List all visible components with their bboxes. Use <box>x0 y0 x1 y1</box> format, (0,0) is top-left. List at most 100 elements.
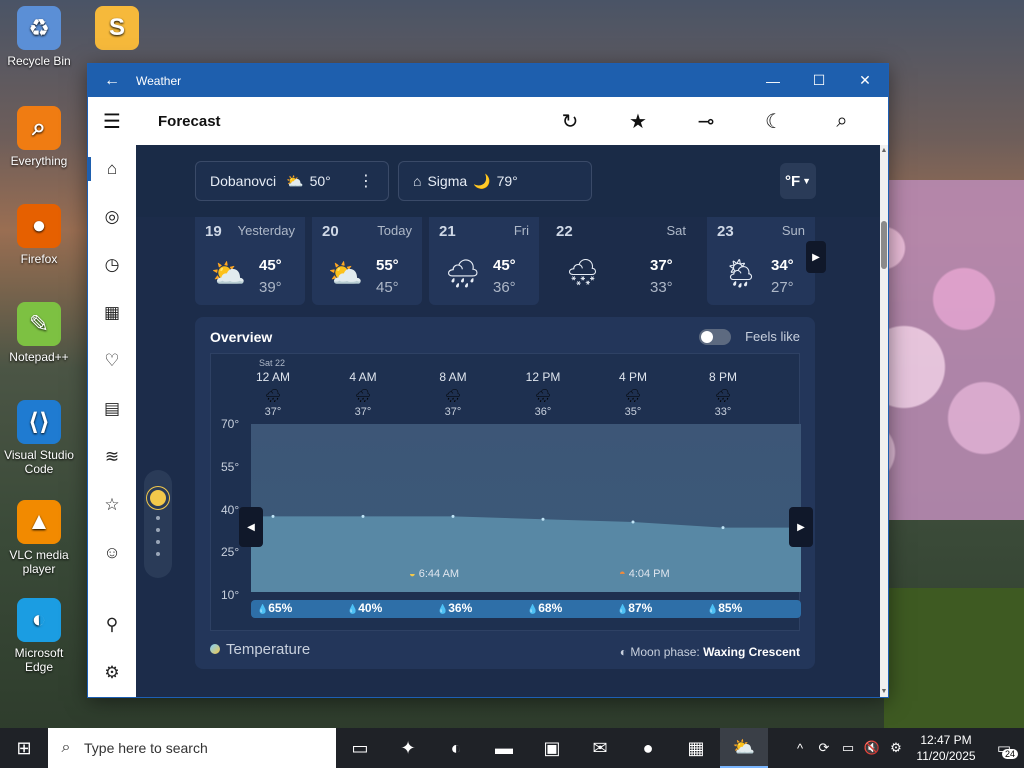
location-bar: Dobanovci ⛅ 50° ⋮ ⌂ Sigma 🌙 79° °F ▼ <box>136 145 880 217</box>
day-name: Sun <box>781 223 805 238</box>
partly-cloudy-icon: ⛅ <box>328 258 363 289</box>
theme-moon-icon[interactable]: ☾ <box>740 109 808 134</box>
nav-hourly[interactable]: ◷ <box>88 241 136 289</box>
moon-phase-label: Moon phase: <box>630 645 700 659</box>
pin-icon[interactable]: ⊸ <box>672 109 740 134</box>
settings-gear-icon[interactable]: ⚙ <box>884 740 908 756</box>
nav-monthly[interactable]: ▦ <box>88 289 136 337</box>
taskbar: ⊞ ⌕ Type here to search ▭ ✦ ◐ ▬ ▣ ✉ ● ▦ ⛅ ^ ⟳ ▭ … <box>0 728 1024 768</box>
network-icon[interactable]: ▭ <box>836 740 860 756</box>
search-icon: ⌕ <box>61 739 71 756</box>
taskbar-firefox[interactable]: ● <box>624 728 672 768</box>
desktop-icon[interactable]: ⌕ Everything <box>0 106 78 168</box>
taskbar-search[interactable]: ⌕ Type here to search <box>48 728 336 768</box>
close-button[interactable]: ✕ <box>842 72 888 89</box>
layer-dot[interactable] <box>156 516 160 520</box>
location-chip-dobanovci[interactable]: Dobanovci ⛅ 50° ⋮ <box>195 161 389 201</box>
desktop-icon[interactable]: S <box>78 6 156 54</box>
start-button[interactable]: ⊞ <box>0 728 48 768</box>
notification-center-button[interactable]: ▭ 24 <box>984 739 1024 759</box>
moon-phase-value: Waxing Crescent <box>703 645 800 659</box>
clock-time: 12:47 PM <box>920 733 972 747</box>
desktop-icon-label: Recycle Bin <box>7 54 71 68</box>
taskbar-notes[interactable]: ▦ <box>672 728 720 768</box>
taskbar-clock[interactable]: 12:47 PM 11/20/2025 <box>908 732 984 764</box>
day-card-19[interactable]: 19 Yesterday 45° 39° ⛅ <box>195 217 305 305</box>
volume-muted-icon[interactable]: 🔇 <box>860 740 884 756</box>
day-card-22[interactable]: 22 Sat 37° 33° 🌨 <box>546 217 696 305</box>
nav-historical[interactable]: ≋ <box>88 433 136 481</box>
location-chip-sigma[interactable]: ⌂ Sigma 🌙 79° <box>398 161 592 201</box>
search-icon[interactable]: ⌕ <box>808 110 876 133</box>
taskbar-edge[interactable]: ◐ <box>432 728 480 768</box>
folder-icon: ▬ <box>495 737 513 758</box>
window-title: Weather <box>136 73 182 88</box>
taskbar-task-view[interactable]: ▭ <box>336 728 384 768</box>
scroll-down-arrow[interactable]: ▼ <box>880 688 888 695</box>
layer-dot[interactable] <box>156 540 160 544</box>
chevron-up-icon[interactable]: ^ <box>788 741 812 756</box>
app-bar: ☰ Forecast ↻ ★ ⊸ ☾ ⌕ <box>88 97 888 145</box>
notepad-plus-plus-icon: ✎ <box>17 302 61 346</box>
search-placeholder: Type here to search <box>84 740 208 756</box>
layer-picker[interactable] <box>144 470 172 578</box>
desktop-icon[interactable]: ● Firefox <box>0 204 78 266</box>
notes-icon: ▦ <box>687 737 705 758</box>
nav-settings[interactable]: ⚙ <box>88 649 136 697</box>
nav-radar[interactable]: ◎ <box>88 193 136 241</box>
sun-layer-icon[interactable] <box>150 490 166 506</box>
rain-snow-icon: 🌧 <box>714 388 732 403</box>
sync-icon[interactable]: ⟳ <box>812 740 836 756</box>
y-tick-label: 25° <box>221 545 240 559</box>
minimize-button[interactable]: — <box>750 73 796 89</box>
layer-dot[interactable] <box>156 552 160 556</box>
nav-feedback[interactable]: ☺ <box>88 529 136 577</box>
nav-favorites[interactable]: ☆ <box>88 481 136 529</box>
day-card-21[interactable]: 21 Fri 45° 36° 🌧 <box>429 217 539 305</box>
taskbar-weather[interactable]: ⛅ <box>720 728 768 768</box>
nav-forecast[interactable]: ⌂ <box>88 145 136 193</box>
days-next-arrow[interactable]: ▶ <box>806 241 826 273</box>
layer-name: Temperature <box>226 641 311 658</box>
desktop-icon[interactable]: ▲ VLC media player <box>0 500 78 576</box>
day-card-20[interactable]: 20 Today 55° 45° ⛅ <box>312 217 422 305</box>
y-tick-label: 40° <box>221 503 240 517</box>
taskbar-store[interactable]: ▣ <box>528 728 576 768</box>
menu-icon[interactable]: ☰ <box>88 109 136 134</box>
y-tick-label: 70° <box>221 417 240 431</box>
snow-rain-icon: 🌨 <box>566 257 600 287</box>
hour-temp: 35° <box>624 406 642 418</box>
home-icon: ⌂ <box>413 173 422 189</box>
vertical-scrollbar[interactable]: ▲ ▼ <box>880 145 888 697</box>
hour-temp: 37° <box>354 406 372 418</box>
desktop-icon[interactable]: ♻ Recycle Bin <box>0 6 78 68</box>
scroll-thumb[interactable] <box>881 221 887 269</box>
desktop-icon[interactable]: ◐ Microsoft Edge <box>0 598 78 674</box>
nav-account[interactable]: ⚲ <box>88 601 136 649</box>
taskbar-copilot[interactable]: ✦ <box>384 728 432 768</box>
more-options-icon[interactable]: ⋮ <box>358 171 374 191</box>
sunset-time: 4:04 PM <box>628 568 670 580</box>
day-number: 19 <box>205 223 222 240</box>
feels-like-toggle[interactable] <box>699 329 731 345</box>
nav-health[interactable]: ♡ <box>88 337 136 385</box>
favorite-star-icon[interactable]: ★ <box>604 109 672 134</box>
scroll-up-arrow[interactable]: ▲ <box>880 147 888 154</box>
layer-dot[interactable] <box>156 528 160 532</box>
back-button[interactable]: ← <box>88 72 136 90</box>
maximize-button[interactable]: ☐ <box>796 72 842 89</box>
day-card-23[interactable]: 23 Sun 34° 27° 🌦 <box>707 217 815 305</box>
chart-prev-arrow[interactable]: ◀ <box>239 507 263 547</box>
chart-next-arrow[interactable]: ▶ <box>789 507 813 547</box>
day-high: 55° <box>376 257 399 274</box>
nav-life[interactable]: ▤ <box>88 385 136 433</box>
refresh-icon[interactable]: ↻ <box>536 109 604 134</box>
desktop-icon[interactable]: ⟨⟩ Visual Studio Code <box>0 400 78 476</box>
taskbar-outlook[interactable]: ✉ <box>576 728 624 768</box>
taskbar-file-explorer[interactable]: ▬ <box>480 728 528 768</box>
unit-toggle-button[interactable]: °F ▼ <box>780 163 816 199</box>
temperature-area <box>251 516 801 592</box>
feels-like-label: Feels like <box>745 329 800 344</box>
recycle-bin-icon: ♻ <box>17 6 61 50</box>
desktop-icon[interactable]: ✎ Notepad++ <box>0 302 78 364</box>
